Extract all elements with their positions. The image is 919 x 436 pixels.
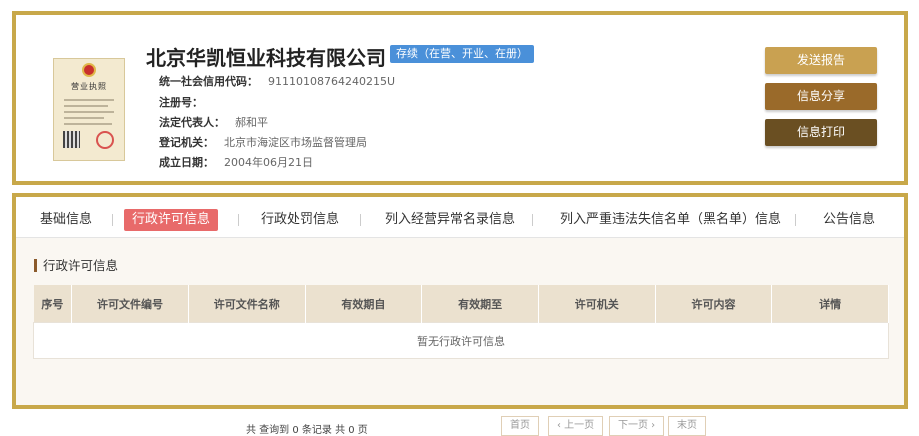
license-info-panel: 行政许可信息 序号 许可文件编号 许可文件名称 有效期自 有效期至 许可机关 许… bbox=[16, 238, 904, 436]
company-header-card: 营业执照 北京华凯恒业科技有限公司 存续（在营、开业、在册） 统一社会信用代码：… bbox=[12, 11, 908, 185]
info-row-legal-rep: 法定代表人： 郝和平 bbox=[159, 114, 268, 130]
details-card: 基础信息 行政许可信息 行政处罚信息 列入经营异常名录信息 列入严重违法失信名单… bbox=[12, 193, 908, 436]
tab-announcements[interactable]: 公告信息 bbox=[823, 209, 875, 231]
qr-code-icon bbox=[63, 131, 80, 148]
info-label: 注册号： bbox=[159, 96, 203, 109]
company-name: 北京华凯恒业科技有限公司 bbox=[146, 46, 386, 70]
print-info-button[interactable]: 信息打印 bbox=[765, 119, 877, 146]
last-page-button[interactable]: 末页 bbox=[668, 416, 706, 436]
info-row-established-date: 成立日期： 2004年06月21日 bbox=[159, 154, 313, 170]
tab-admin-license[interactable]: 行政许可信息 bbox=[124, 209, 219, 231]
pagination-summary: 共 查询到 0 条记录 共 0 页 bbox=[246, 425, 368, 436]
info-value: 91110108764240215U bbox=[268, 75, 396, 88]
license-table: 序号 许可文件编号 许可文件名称 有效期自 有效期至 许可机关 许可内容 详情 … bbox=[33, 285, 889, 359]
col-doc-name: 许可文件名称 bbox=[188, 285, 306, 323]
status-badge: 存续（在营、开业、在册） bbox=[390, 45, 534, 63]
info-label: 统一社会信用代码： bbox=[159, 75, 258, 88]
tab-basic-info[interactable]: 基础信息 bbox=[40, 209, 92, 231]
tab-admin-penalty[interactable]: 行政处罚信息 bbox=[261, 209, 339, 231]
col-authority: 许可机关 bbox=[538, 285, 656, 323]
tab-blacklist[interactable]: 列入严重违法失信名单（黑名单）信息 bbox=[560, 209, 781, 231]
table-row: 暂无行政许可信息 bbox=[33, 322, 889, 359]
info-value: 2004年06月21日 bbox=[224, 156, 313, 169]
empty-message: 暂无行政许可信息 bbox=[33, 322, 889, 359]
info-label: 法定代表人： bbox=[159, 116, 225, 129]
info-row-reg-number: 注册号： bbox=[159, 94, 213, 110]
section-title: 行政许可信息 bbox=[34, 259, 118, 272]
business-license-image[interactable]: 营业执照 bbox=[53, 58, 125, 161]
official-stamp-icon bbox=[96, 131, 114, 149]
col-valid-from: 有效期自 bbox=[305, 285, 423, 323]
info-label: 登记机关： bbox=[159, 136, 214, 149]
next-page-button[interactable]: 下一页 › bbox=[609, 416, 665, 436]
info-label: 成立日期： bbox=[159, 156, 214, 169]
tab-bar: 基础信息 行政许可信息 行政处罚信息 列入经营异常名录信息 列入严重违法失信名单… bbox=[16, 197, 904, 238]
col-valid-to: 有效期至 bbox=[421, 285, 539, 323]
first-page-button[interactable]: 首页 bbox=[501, 416, 539, 436]
national-emblem-icon bbox=[82, 63, 96, 77]
col-content: 许可内容 bbox=[655, 285, 773, 323]
share-info-button[interactable]: 信息分享 bbox=[765, 83, 877, 110]
info-row-registration-authority: 登记机关： 北京市海淀区市场监督管理局 bbox=[159, 134, 367, 150]
info-value: 郝和平 bbox=[235, 116, 268, 129]
license-title: 营业执照 bbox=[71, 82, 107, 91]
info-row-credit-code: 统一社会信用代码： 91110108764240215U bbox=[159, 73, 395, 89]
tab-abnormal-list[interactable]: 列入经营异常名录信息 bbox=[385, 209, 515, 231]
prev-page-button[interactable]: ‹ 上一页 bbox=[548, 416, 604, 436]
col-doc-number: 许可文件编号 bbox=[71, 285, 189, 323]
col-details: 详情 bbox=[771, 285, 889, 323]
col-index: 序号 bbox=[33, 285, 73, 323]
info-value: 北京市海淀区市场监督管理局 bbox=[224, 136, 367, 149]
send-report-button[interactable]: 发送报告 bbox=[765, 47, 877, 74]
table-header-row: 序号 许可文件编号 许可文件名称 有效期自 有效期至 许可机关 许可内容 详情 bbox=[33, 285, 889, 323]
